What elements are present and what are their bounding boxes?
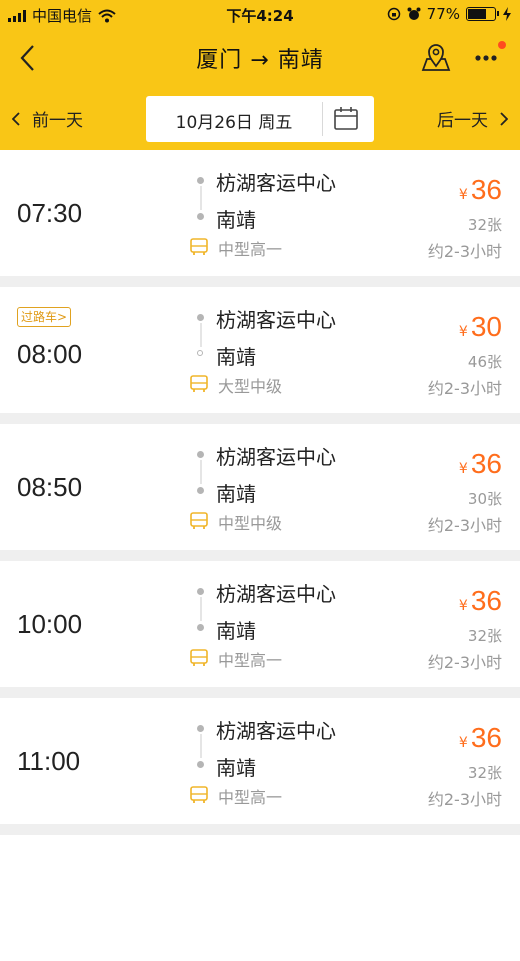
price: ¥36 [459, 448, 502, 480]
price: ¥36 [459, 585, 502, 617]
route-line [200, 734, 202, 758]
pass-through-tag[interactable]: 过路车> [17, 307, 72, 327]
map-pin-icon [421, 44, 451, 71]
price-value: 36 [470, 585, 502, 616]
origin-dot [197, 588, 204, 595]
price-value: 36 [470, 174, 502, 205]
route-line [200, 186, 202, 210]
currency-symbol: ¥ [458, 735, 468, 751]
charging-icon [503, 7, 511, 21]
trip-card[interactable]: 08:50 枋湖客运中心 南靖中型中级 ¥36 30张约2-3小时 [0, 424, 520, 550]
destination-dot [197, 624, 204, 631]
departure-time: 08:50 [17, 472, 83, 502]
seats-left: 32张 [467, 764, 502, 782]
nav-bar: 厦门 → 南靖 [0, 34, 520, 82]
prev-day-label: 前一天 [32, 111, 83, 131]
next-day-label: 后一天 [437, 111, 488, 131]
bus-icon [189, 238, 209, 256]
origin-dot [197, 725, 204, 732]
trip-duration: 约2-3小时 [427, 653, 502, 672]
calendar-icon[interactable] [332, 105, 360, 133]
origin-dot [197, 177, 204, 184]
departure-time: 08:00 [17, 339, 83, 369]
currency-symbol: ¥ [458, 598, 468, 614]
price: ¥36 [459, 174, 502, 206]
departure-time: 07:30 [17, 198, 83, 228]
price-value: 30 [470, 311, 502, 342]
currency-symbol: ¥ [458, 461, 468, 477]
route-line [200, 323, 202, 347]
currency-symbol: ¥ [458, 324, 468, 340]
bus-type: 中型高一 [218, 651, 283, 670]
destination-station: 南靖 [216, 619, 256, 643]
destination-dot [197, 350, 203, 356]
price-value: 36 [470, 722, 502, 753]
origin-station: 枋湖客运中心 [216, 582, 336, 606]
destination-station: 南靖 [216, 345, 256, 369]
date-divider [322, 102, 323, 136]
battery-percent: 77% [426, 5, 460, 23]
destination-dot [197, 761, 204, 768]
bus-icon [189, 649, 209, 667]
trip-duration: 约2-3小时 [427, 790, 502, 809]
date-bar: 前一天 10月26日 周五 后一天 [0, 96, 520, 142]
price: ¥36 [459, 722, 502, 754]
origin-station: 枋湖客运中心 [216, 445, 336, 469]
map-button[interactable] [420, 42, 454, 74]
departure-time: 11:00 [17, 746, 81, 776]
bus-icon [189, 375, 209, 393]
next-day-button[interactable]: 后一天 [437, 106, 508, 131]
seats-left: 32张 [467, 627, 502, 645]
trip-card-partial[interactable] [0, 835, 520, 961]
bus-type: 中型高一 [218, 788, 283, 807]
origin-station: 枋湖客运中心 [216, 171, 336, 195]
destination-station: 南靖 [216, 756, 256, 780]
chevron-right-icon [500, 111, 508, 126]
destination-station: 南靖 [216, 482, 256, 506]
origin-station: 枋湖客运中心 [216, 719, 336, 743]
trip-card[interactable]: 10:00 枋湖客运中心 南靖中型高一 ¥36 32张约2-3小时 [0, 561, 520, 687]
route-line [200, 597, 202, 621]
departure-time: 10:00 [17, 609, 83, 639]
prev-day-button[interactable]: 前一天 [12, 106, 83, 131]
destination-station: 南靖 [216, 208, 256, 232]
trip-card[interactable]: 11:00 枋湖客运中心 南靖中型高一 ¥36 32张约2-3小时 [0, 698, 520, 824]
seats-left: 32张 [467, 216, 502, 234]
price: ¥30 [459, 311, 502, 343]
trip-duration: 约2-3小时 [427, 379, 502, 398]
seats-left: 30张 [467, 490, 502, 508]
price-value: 36 [470, 448, 502, 479]
selected-date: 10月26日 周五 [175, 113, 293, 133]
trip-card[interactable]: 07:30 枋湖客运中心 南靖中型高一 ¥36 32张约2-3小时 [0, 150, 520, 276]
date-picker[interactable]: 10月26日 周五 [146, 96, 374, 142]
trip-duration: 约2-3小时 [427, 242, 502, 261]
bus-type: 中型高一 [218, 240, 283, 259]
destination-dot [197, 213, 204, 220]
bus-type: 中型中级 [218, 514, 283, 533]
battery-icon [466, 7, 499, 21]
origin-station: 枋湖客运中心 [216, 308, 336, 332]
chevron-left-icon [12, 111, 20, 126]
bus-icon [189, 786, 209, 804]
trip-card[interactable]: 过路车> 08:00 枋湖客运中心 南靖大型中级 ¥30 46张约2-3小时 [0, 287, 520, 413]
route-line [200, 460, 202, 484]
status-bar: 中国电信 下午4:24 77% [0, 0, 520, 28]
bus-icon [189, 512, 209, 530]
notification-dot [498, 41, 506, 49]
destination-dot [197, 487, 204, 494]
orientation-lock-icon [387, 7, 400, 21]
alarm-icon [407, 7, 421, 20]
currency-symbol: ¥ [458, 187, 468, 203]
origin-dot [197, 451, 204, 458]
header: 中国电信 下午4:24 77% 厦门 → 南靖 前一天 10月26日 周五 后一… [0, 0, 520, 150]
bus-type: 大型中级 [218, 377, 283, 396]
seats-left: 46张 [467, 353, 502, 371]
trip-duration: 约2-3小时 [427, 516, 502, 535]
origin-dot [197, 314, 204, 321]
